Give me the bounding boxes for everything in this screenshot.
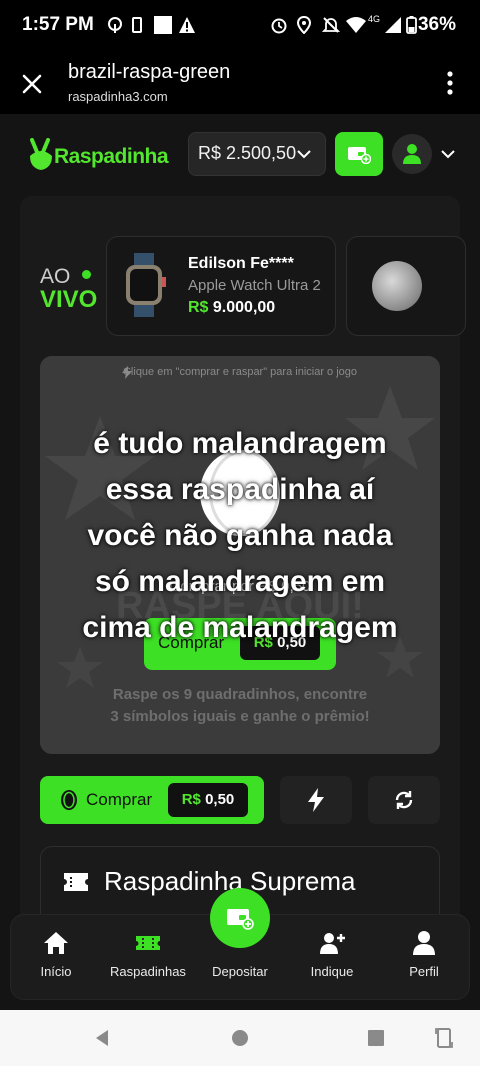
add-user-icon (320, 933, 345, 954)
network-type: 4G (368, 14, 381, 24)
buy-price-value: 0,50 (205, 791, 235, 808)
buy-button[interactable]: Comprar R$ 0,50 (40, 776, 264, 824)
home-icon (44, 932, 68, 954)
nav-item-depositar[interactable]: Depositar (200, 964, 280, 979)
coin-icon (61, 790, 77, 810)
scratch-instructions: Raspe os 9 quadradinhos, encontre 3 símb… (40, 684, 440, 728)
recents-icon[interactable] (366, 1028, 386, 1048)
close-icon[interactable] (18, 70, 46, 98)
overlay-caption: é tudo malandragem essa raspadinha aí vo… (0, 421, 480, 651)
caption-line: essa raspadinha aí (105, 473, 375, 506)
nav-deposit-fab[interactable] (210, 888, 270, 948)
nav-item-raspadinhas[interactable]: Raspadinhas (108, 930, 188, 990)
mute-icon (322, 17, 340, 33)
scratch-instructions-line1: Raspe os 9 quadradinhos, encontre (112, 686, 368, 703)
battery-percent: 36% (417, 14, 456, 35)
rotate-icon[interactable] (434, 1026, 454, 1050)
deposit-button[interactable] (335, 132, 383, 176)
turbo-button[interactable] (280, 776, 352, 824)
winner-amount: R$ 9.000,00 (188, 299, 275, 317)
back-icon[interactable] (92, 1028, 112, 1048)
ticket-icon (136, 936, 160, 950)
battery-icon (406, 16, 417, 34)
nav-label: Perfil (409, 964, 439, 979)
signal-icon (385, 17, 401, 33)
live-dot (82, 270, 91, 279)
home-circle-icon[interactable] (230, 1028, 250, 1048)
nav-label: Raspadinhas (110, 964, 186, 979)
winner-name: Edilson Fe**** (188, 255, 294, 272)
user-icon (403, 144, 421, 164)
nav-item-perfil[interactable]: Perfil (384, 930, 464, 990)
notification-square-icon (154, 16, 172, 34)
account-chevron-down-icon[interactable] (440, 146, 456, 162)
wallet-plus-icon (227, 909, 254, 930)
alarm-icon (271, 18, 287, 34)
wallet-plus-icon (348, 147, 371, 164)
logo-icon[interactable] (28, 138, 54, 172)
page-url: raspadinha3.com (68, 89, 168, 104)
warning-icon (179, 17, 195, 33)
caption-line: é tudo malandragem (93, 427, 387, 460)
buy-price: R$ 0,50 (168, 783, 248, 817)
live-vivo: VIVO (40, 286, 98, 313)
more-vert-icon[interactable] (440, 70, 460, 96)
nav-label: Indique (310, 964, 354, 979)
winner-currency: R$ (188, 299, 209, 316)
buy-label: Comprar (86, 790, 153, 809)
location-icon (297, 16, 311, 34)
scratch-instructions-line2: 3 símbolos iguais e ganhe o prêmio! (110, 708, 370, 725)
ticket-icon (64, 873, 88, 891)
buy-price-currency: R$ (181, 791, 201, 808)
auto-play-button[interactable] (368, 776, 440, 824)
system-nav-bar (0, 1010, 480, 1066)
lightning-icon (308, 788, 324, 812)
sim-icon (132, 17, 142, 33)
scratch-hint: Clique em "comprar e raspar" para inicia… (122, 366, 358, 378)
avatar[interactable] (392, 134, 432, 174)
apple-watch-image (126, 253, 166, 317)
nav-label: Início (40, 964, 72, 979)
user-icon (413, 931, 435, 955)
nav-item-inicio[interactable]: Início (16, 930, 96, 990)
wifi-icon (346, 17, 366, 33)
hotspot-icon (108, 17, 122, 33)
refresh-icon (395, 791, 413, 809)
caption-line: só malandragem em (94, 565, 386, 598)
status-time: 1:57 PM (22, 14, 94, 35)
logo-text[interactable]: Raspadinha (54, 145, 169, 169)
coin-image (372, 261, 422, 311)
chevron-down-icon (297, 150, 311, 159)
caption-line: você não ganha nada (87, 519, 393, 552)
nav-item-indique[interactable]: Indique (292, 930, 372, 990)
caption-line: cima de malandragem (82, 611, 398, 644)
balance-value: R$ 2.500,50 (198, 143, 297, 163)
winner-amount-value: 9.000,00 (212, 299, 276, 316)
page-title: brazil-raspa-green (68, 61, 231, 83)
winner-prize: Apple Watch Ultra 2 (188, 277, 321, 294)
